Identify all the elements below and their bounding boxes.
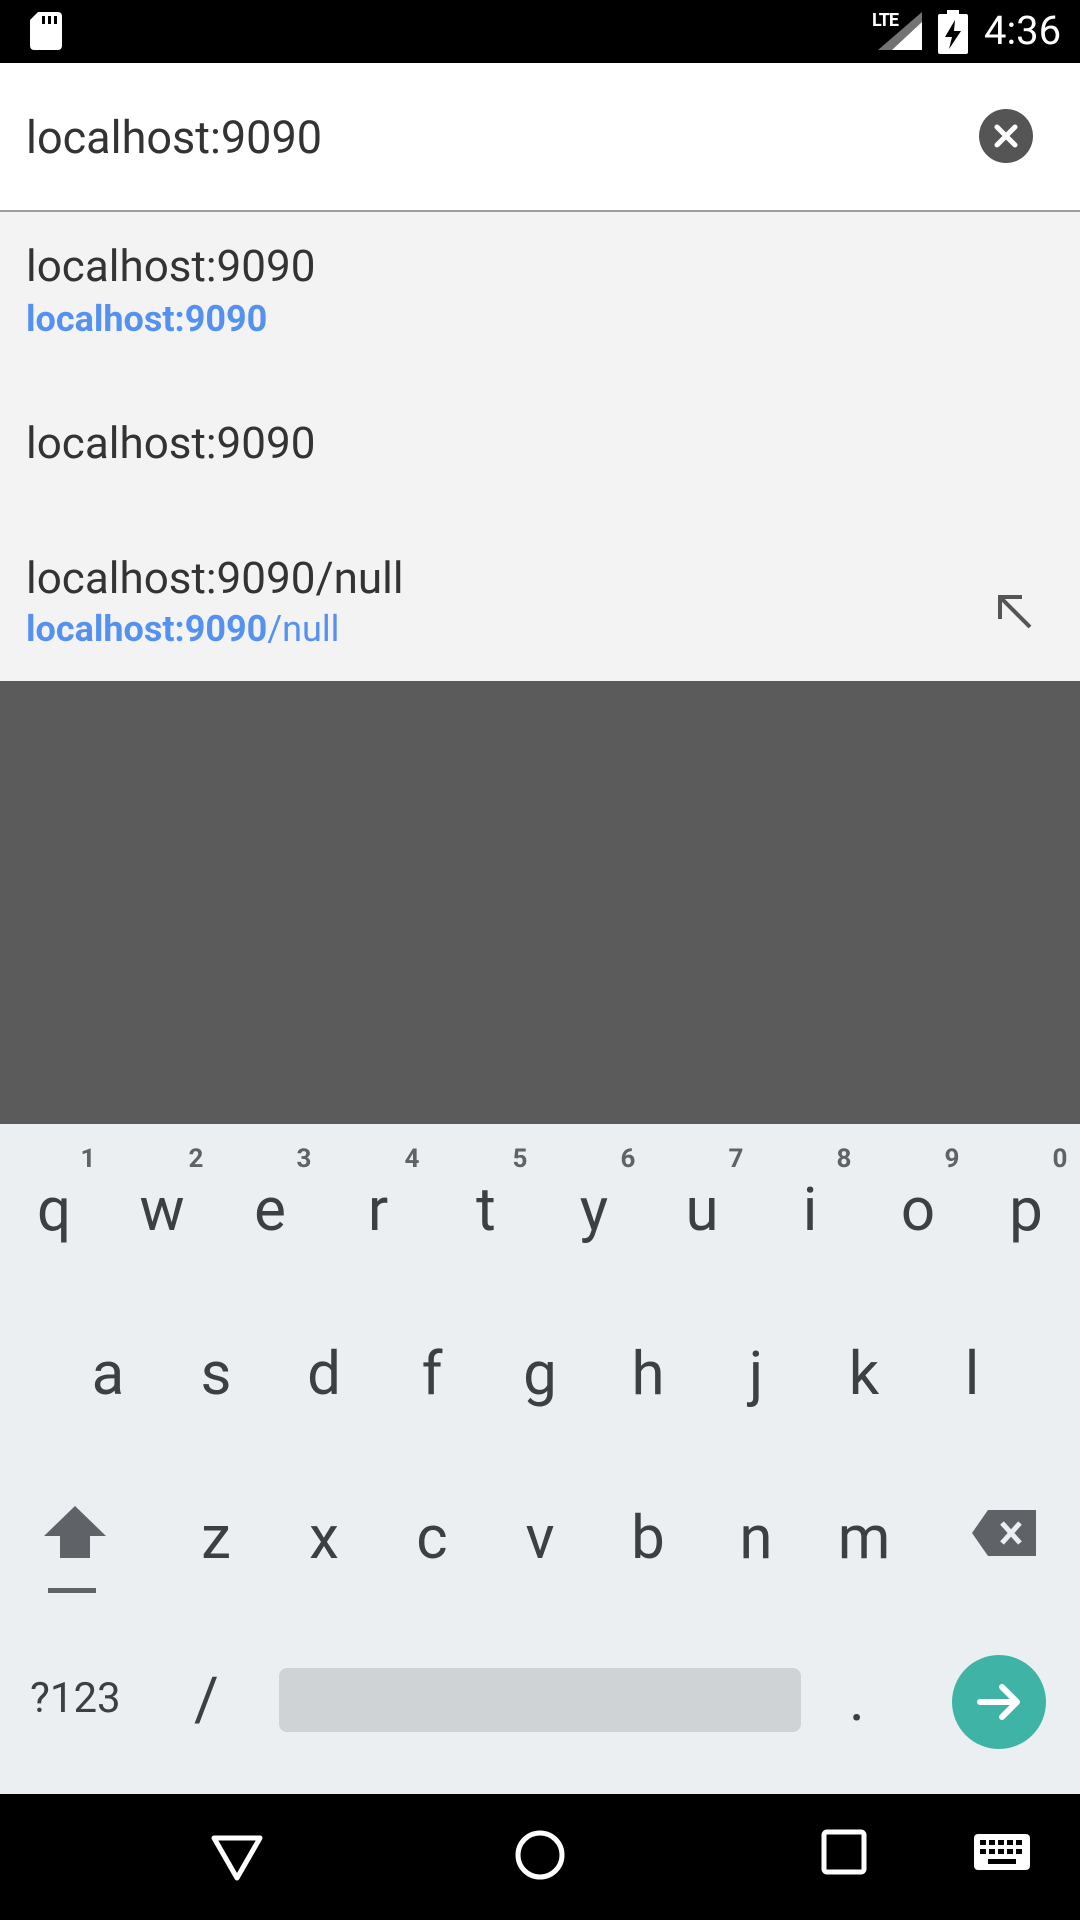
key-x[interactable]: x: [274, 1502, 374, 1573]
period-key[interactable]: .: [849, 1664, 865, 1735]
key-i[interactable]: i: [760, 1174, 860, 1245]
key-h[interactable]: h: [598, 1338, 698, 1409]
back-icon[interactable]: [210, 1830, 264, 1884]
key-c[interactable]: c: [382, 1502, 482, 1573]
key-k[interactable]: k: [814, 1338, 914, 1409]
key-hint-6: 6: [620, 1144, 636, 1174]
keyboard-switch-icon[interactable]: [974, 1834, 1030, 1874]
omnibox-input[interactable]: localhost:9090: [26, 111, 322, 164]
battery-charging-icon: [938, 10, 968, 54]
close-icon: [994, 124, 1018, 148]
shift-indicator: [48, 1588, 96, 1593]
suggestion-item[interactable]: localhost:9090: [26, 417, 315, 469]
key-r[interactable]: r: [328, 1174, 428, 1245]
key-hint-8: 8: [836, 1144, 852, 1174]
key-y[interactable]: y: [544, 1174, 644, 1245]
key-a[interactable]: a: [58, 1338, 158, 1409]
suggestion-url: localhost:9090: [26, 298, 268, 340]
key-e[interactable]: e: [220, 1174, 320, 1245]
sd-card-icon: [30, 12, 62, 50]
key-hint-5: 5: [512, 1144, 528, 1174]
omnibox[interactable]: localhost:9090: [0, 63, 1080, 212]
key-s[interactable]: s: [166, 1338, 266, 1409]
key-l[interactable]: l: [922, 1338, 1022, 1409]
key-hint-0: 0: [1052, 1144, 1068, 1174]
suggestion-item[interactable]: localhost:9090 localhost:9090: [26, 240, 315, 340]
key-v[interactable]: v: [490, 1502, 590, 1573]
navigation-bar: [0, 1794, 1080, 1920]
suggestion-title: localhost:9090/null: [26, 552, 404, 604]
key-t[interactable]: t: [436, 1174, 536, 1245]
key-hint-9: 9: [944, 1144, 960, 1174]
key-f[interactable]: f: [382, 1338, 482, 1409]
key-hint-3: 3: [296, 1144, 312, 1174]
recent-apps-icon[interactable]: [820, 1828, 868, 1876]
key-m[interactable]: m: [814, 1502, 914, 1573]
key-hint-4: 4: [404, 1144, 420, 1174]
key-hint-7: 7: [728, 1144, 744, 1174]
key-n[interactable]: n: [706, 1502, 806, 1573]
refine-arrow-icon[interactable]: [990, 587, 1042, 639]
key-d[interactable]: d: [274, 1338, 374, 1409]
clear-button[interactable]: [979, 109, 1033, 163]
signal-icon: [878, 12, 922, 50]
arrow-right-icon: [977, 1684, 1020, 1720]
space-bar[interactable]: [279, 1668, 801, 1732]
key-p[interactable]: p: [976, 1174, 1076, 1245]
slash-key[interactable]: /: [194, 1664, 219, 1735]
status-bar: LTE 4:36: [0, 0, 1080, 63]
key-w[interactable]: w: [112, 1174, 212, 1245]
shift-key-icon[interactable]: [42, 1504, 108, 1560]
key-q[interactable]: q: [4, 1174, 104, 1245]
suggestion-list: localhost:9090 localhost:9090 localhost:…: [0, 212, 1080, 681]
key-z[interactable]: z: [166, 1502, 266, 1573]
key-b[interactable]: b: [598, 1502, 698, 1573]
suggestion-url: localhost:9090/null: [26, 608, 340, 650]
suggestion-title: localhost:9090: [26, 417, 316, 469]
key-g[interactable]: g: [490, 1338, 590, 1409]
symbols-key[interactable]: ?123: [30, 1674, 121, 1723]
suggestion-title: localhost:9090: [26, 240, 316, 292]
soft-keyboard: q1w2e3r4t5y6u7i8o9p0 asdfghjkl zxcvbnm ?…: [0, 1124, 1080, 1794]
backspace-key-icon[interactable]: [972, 1510, 1036, 1556]
home-icon[interactable]: [513, 1828, 567, 1882]
key-u[interactable]: u: [652, 1174, 752, 1245]
key-hint-1: 1: [80, 1144, 96, 1174]
go-key[interactable]: [952, 1655, 1046, 1749]
key-o[interactable]: o: [868, 1174, 968, 1245]
clock: 4:36: [984, 7, 1062, 54]
key-j[interactable]: j: [706, 1338, 806, 1409]
suggestion-item[interactable]: localhost:9090/null localhost:9090/null: [26, 552, 404, 650]
key-hint-2: 2: [188, 1144, 204, 1174]
